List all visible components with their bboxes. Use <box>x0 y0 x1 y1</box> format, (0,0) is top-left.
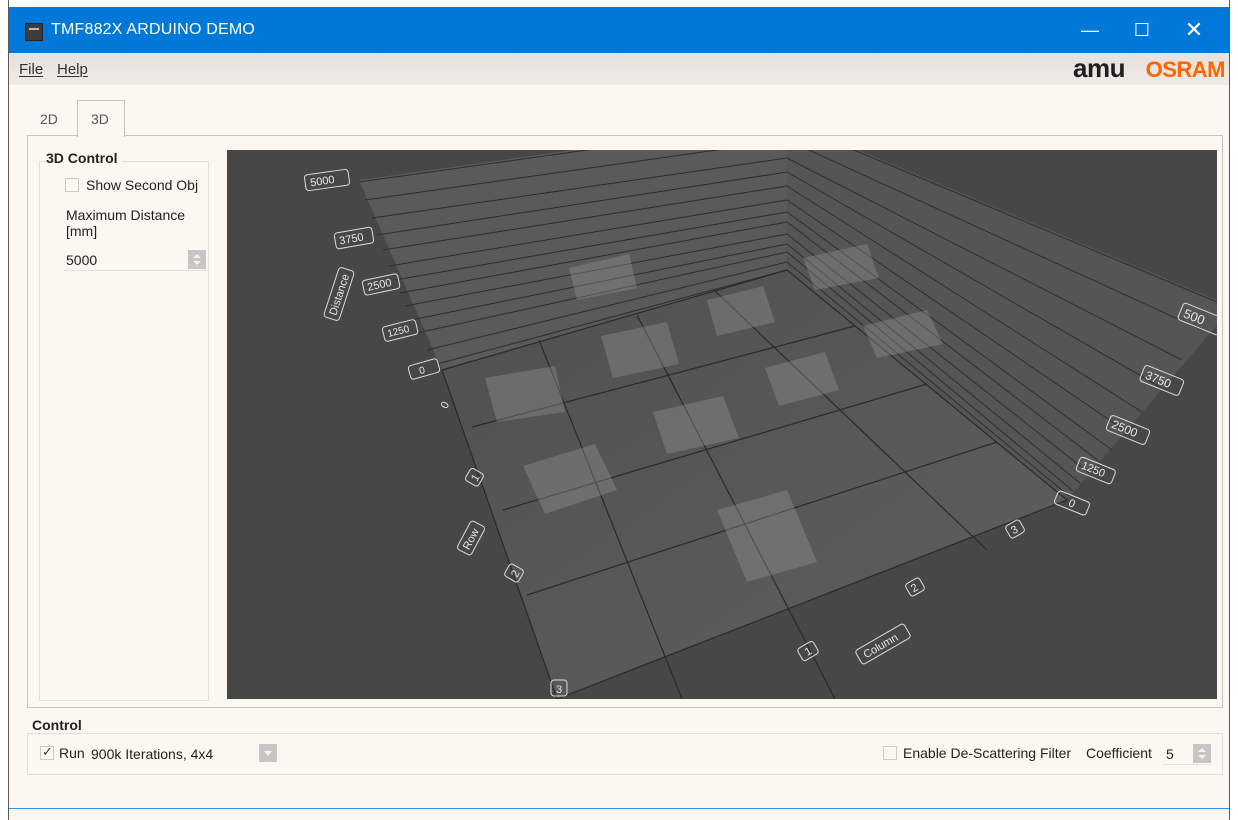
3d-view[interactable]: 5000 3750 2500 1250 0 Distance 0 1 Row 2… <box>227 150 1217 699</box>
close-button[interactable]: ✕ <box>1171 7 1217 53</box>
max-distance-value: 5000 <box>66 252 98 268</box>
coefficient-label: Coefficient <box>1086 745 1152 761</box>
distance-tick-right-0: 0 <box>1067 497 1077 510</box>
title-bar[interactable]: TMF882X ARDUINO DEMO — ☐ ✕ <box>9 0 1229 53</box>
tab-panel-3d: 3D Control Show Second Obj Maximum Dista… <box>27 135 1223 708</box>
minimize-button[interactable]: — <box>1067 7 1113 53</box>
descattering-label: Enable De-Scattering Filter <box>903 745 1072 761</box>
max-distance-unit-label: [mm] <box>66 223 98 239</box>
3d-control-group <box>39 161 209 701</box>
maximize-button[interactable]: ☐ <box>1119 7 1165 53</box>
run-label: Run <box>59 745 85 761</box>
mode-value: 900k Iterations, 4x4 <box>91 746 214 762</box>
coefficient-value: 5 <box>1166 746 1174 762</box>
osram-logo: OSRAM <box>1145 57 1226 82</box>
show-second-object-label: Show Second Obj <box>86 177 199 193</box>
coefficient-spin-icon[interactable] <box>1193 744 1211 763</box>
menu-bar: File Help amu OSRAM <box>9 53 1229 85</box>
max-distance-label: Maximum Distance <box>66 207 186 223</box>
status-divider <box>9 808 1229 809</box>
row-axis-title: Row <box>461 527 482 552</box>
ams-logo: amu <box>1073 53 1125 83</box>
max-distance-spin-icon[interactable] <box>188 250 206 269</box>
3d-control-title: 3D Control <box>46 150 122 166</box>
menu-help[interactable]: Help <box>57 61 88 78</box>
distance-axis-title: Distance <box>327 273 352 317</box>
row-tick-0: 0 <box>439 400 452 411</box>
tab-3d[interactable]: 3D <box>77 100 125 137</box>
3d-scene: 5000 3750 2500 1250 0 Distance 0 1 Row 2… <box>303 150 1217 699</box>
max-distance-spinbox[interactable]: 5000 <box>64 249 206 271</box>
menu-file[interactable]: File <box>19 61 43 78</box>
coefficient-spinbox[interactable]: 5 <box>1163 743 1211 765</box>
control-title: Control <box>32 717 86 733</box>
run-checkbox[interactable] <box>40 744 54 760</box>
app-window: TMF882X ARDUINO DEMO — ☐ ✕ File Help amu… <box>8 0 1230 820</box>
window-title: TMF882X ARDUINO DEMO <box>51 21 256 38</box>
distance-tick-left-0: 0 <box>418 365 427 377</box>
descattering-checkbox[interactable] <box>883 746 897 760</box>
app-icon <box>25 23 43 41</box>
show-second-object-checkbox[interactable] <box>65 178 79 192</box>
row-tick-3: 3 <box>556 684 562 696</box>
chevron-down-icon[interactable] <box>259 744 277 762</box>
distance-tick-left-1250: 1250 <box>386 324 411 340</box>
tab-2d[interactable]: 2D <box>27 104 75 136</box>
mode-combobox[interactable]: 900k Iterations, 4x4 <box>89 743 277 765</box>
